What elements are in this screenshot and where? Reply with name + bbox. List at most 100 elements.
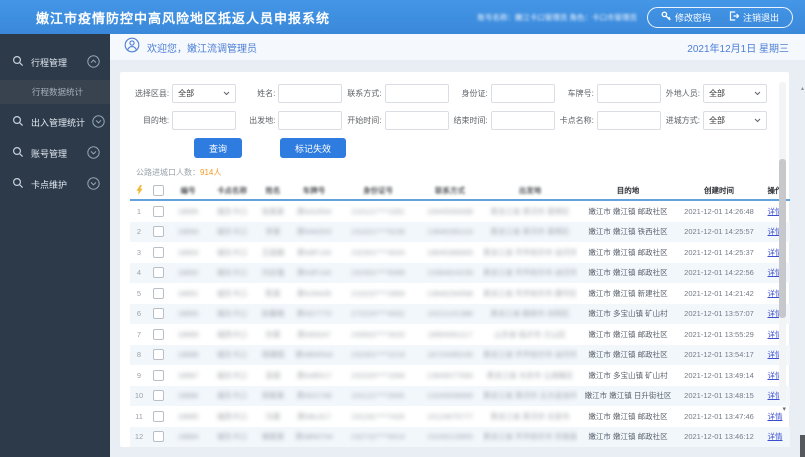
search-button[interactable]: 查询	[194, 138, 243, 158]
start-time-input[interactable]	[384, 111, 449, 130]
row-checkbox[interactable]	[152, 226, 164, 238]
mark-invalid-button[interactable]: 标记失效	[280, 138, 347, 158]
table-row: 4 18892 城北卡口 刘志强 黑N3F144 232301****5089 133846…	[130, 262, 790, 283]
table-row: 12 18884 城东卡口 褚某某 黑NBW744 232722****9314 15245…	[130, 426, 790, 447]
action-buttons: 查询 标记失效	[194, 138, 777, 158]
col-header-origin: 出发地	[518, 186, 542, 195]
cell-idcard: 232301****2219	[351, 350, 405, 360]
row-checkbox[interactable]	[152, 205, 164, 217]
sidebar-subitem-trip-data-statistics[interactable]: 行程数据统计	[0, 80, 110, 104]
table-scrollbar-thumb[interactable]	[779, 158, 786, 319]
cell-name: 郑某某	[261, 391, 285, 401]
cell-contact: 18724495245	[427, 350, 473, 360]
select-all-checkbox[interactable]	[152, 185, 164, 196]
sidebar-item-account-management[interactable]: 账号管理	[0, 140, 110, 166]
menu-search-icon	[12, 115, 24, 129]
cell-origin: 黑龙江省 齐齐哈尔市 建华区	[483, 288, 578, 298]
cell-origin: 黑龙江省 鹤岗市 向阳区	[490, 309, 570, 319]
end-time-input[interactable]	[490, 111, 555, 130]
top-right-area: 账号名称：嫩江卡口管理员 角色：卡口市管理员 修改密码 注销退出	[477, 6, 793, 28]
sidebar-item-trip-management[interactable]: 行程管理	[0, 49, 110, 75]
menu-search-icon	[12, 146, 24, 160]
row-checkbox[interactable]	[152, 287, 164, 299]
logout-button[interactable]: 注销退出	[729, 11, 779, 24]
cell-idcard: 210121****1081	[351, 206, 405, 216]
row-index: 8	[136, 350, 142, 360]
cell-contact: 15124675777	[427, 411, 473, 421]
sidebar-item-checkpoint-maintenance[interactable]: 卡点维护	[0, 171, 110, 197]
district-select[interactable]: 全部	[172, 84, 237, 103]
row-checkbox[interactable]	[152, 431, 164, 443]
row-checkbox[interactable]	[152, 267, 164, 279]
contact-input[interactable]	[384, 84, 449, 103]
row-checkbox[interactable]	[152, 410, 164, 422]
cell-plate: 黑ND7770	[296, 309, 332, 319]
row-checkbox[interactable]	[152, 349, 164, 361]
cell-idcard: 272224****4052	[351, 309, 405, 319]
entry-count-summary: 公路进城口人数：914人	[136, 167, 777, 178]
change-password-button[interactable]: 修改密码	[661, 11, 711, 24]
table-row: 5 18891 城东卡口 陈某 黑NJN435 210222****2869 1384629…	[130, 283, 790, 304]
scroll-down-icon[interactable]: ▾	[782, 406, 786, 413]
detail-link[interactable]: 详情	[768, 412, 783, 421]
sidebar-menu: 行程管理行程数据统计 出入管理统计 账号管理卡点维护	[0, 34, 110, 457]
table-scrollbar[interactable]: ▾	[779, 82, 786, 413]
flash-sort-icon	[130, 182, 148, 200]
col-header-serial: 编号	[180, 186, 196, 195]
filter-field-plate: 车牌号:	[555, 84, 661, 103]
entry-method-select[interactable]: 全部	[703, 111, 768, 130]
cell-origin: 黑龙江省 齐齐哈尔市 讷河市	[483, 268, 578, 278]
plate-input[interactable]	[596, 84, 661, 103]
table-row: 6 18890 城北卡口 赵春梅 黑ND7770 272224****4052 152211…	[130, 303, 790, 324]
row-checkbox[interactable]	[152, 308, 164, 320]
name-input[interactable]	[278, 84, 343, 103]
cell-created: 2021-12-01 14:25:37	[684, 247, 754, 257]
content-card: 选择区县: 全部 姓名: 联系方式: 身份证: 车牌号: 外地人员: 全部 目的地: 出发地: 开…	[120, 72, 790, 447]
row-select-cell	[148, 345, 168, 366]
detail-link[interactable]: 详情	[768, 432, 783, 441]
cell-serial: 18895	[177, 206, 199, 216]
cell-serial: 18889	[177, 329, 199, 339]
destination-input[interactable]	[172, 111, 237, 130]
row-select-cell	[148, 386, 168, 407]
cell-destination: 嫩江市 嫩江镇 邮政社区	[588, 247, 668, 257]
row-checkbox[interactable]	[152, 328, 164, 340]
cell-destination: 嫩江市 嫩江镇 邮政社区	[588, 350, 668, 360]
cell-name: 李某	[265, 227, 281, 237]
cell-plate: 黑NA6303	[296, 227, 332, 237]
row-checkbox[interactable]	[152, 369, 164, 381]
destination-label: 目的地:	[142, 116, 170, 125]
row-checkbox[interactable]	[152, 390, 164, 402]
checkpoint-label: 卡点名称:	[559, 116, 594, 125]
cell-destination: 嫩江市 嫩江镇 邮政社区	[588, 268, 668, 278]
cell-origin: 黑龙江省 齐齐哈尔市 甘南县	[483, 432, 578, 442]
col-header-idcard: 身份证号	[363, 186, 393, 195]
table-row: 7 18889 城西卡口 孙某 黑N69247 230602****2620 1880406…	[130, 324, 790, 345]
cell-name: 刘志强	[261, 268, 285, 278]
cell-plate: 黑N8F144	[296, 247, 332, 257]
checkpoint-input[interactable]	[596, 111, 661, 130]
cell-plate: 黑NA2654	[296, 206, 332, 216]
idcard-input[interactable]	[490, 84, 555, 103]
avatar	[124, 37, 140, 58]
page-scroll-up-icon[interactable]: ▴	[801, 86, 804, 92]
sidebar-item-access-statistics[interactable]: 出入管理统计	[0, 109, 110, 135]
origin-input[interactable]	[278, 111, 343, 130]
cell-name: 周建国	[261, 350, 285, 360]
idcard-label: 身份证:	[461, 89, 488, 98]
page-scrollbar-thumb[interactable]	[800, 435, 805, 457]
menu-search-icon	[12, 55, 24, 69]
table-row: 11 18885 城西卡口 冯某 黑N8L817 231181****7426 151246…	[130, 406, 790, 427]
row-checkbox[interactable]	[152, 246, 164, 258]
cell-origin: 黑龙江省 齐齐哈尔市 讷河市	[483, 247, 578, 257]
cell-serial: 18884	[177, 432, 199, 442]
cell-name: 张某某	[261, 206, 285, 216]
cell-serial: 18885	[177, 411, 199, 421]
table-row: 1 18895 城东卡口 张某某 黑NA2654 210121****1081 184450…	[130, 200, 790, 222]
cell-plate: 黑NBW544	[295, 350, 333, 360]
outsider-select[interactable]: 全部	[703, 84, 768, 103]
records-table: 编号 卡点名称 姓名 车牌号 身份证号 联系方式 出发地 目的地 创建时间 操作 1 18895 城东…	[130, 182, 790, 447]
entry-method-label: 进城方式:	[665, 116, 701, 125]
table-row: 2 18894 城东卡口 李某 黑NA6303 231021****5238 1384639…	[130, 221, 790, 242]
cell-serial: 18894	[177, 227, 199, 237]
